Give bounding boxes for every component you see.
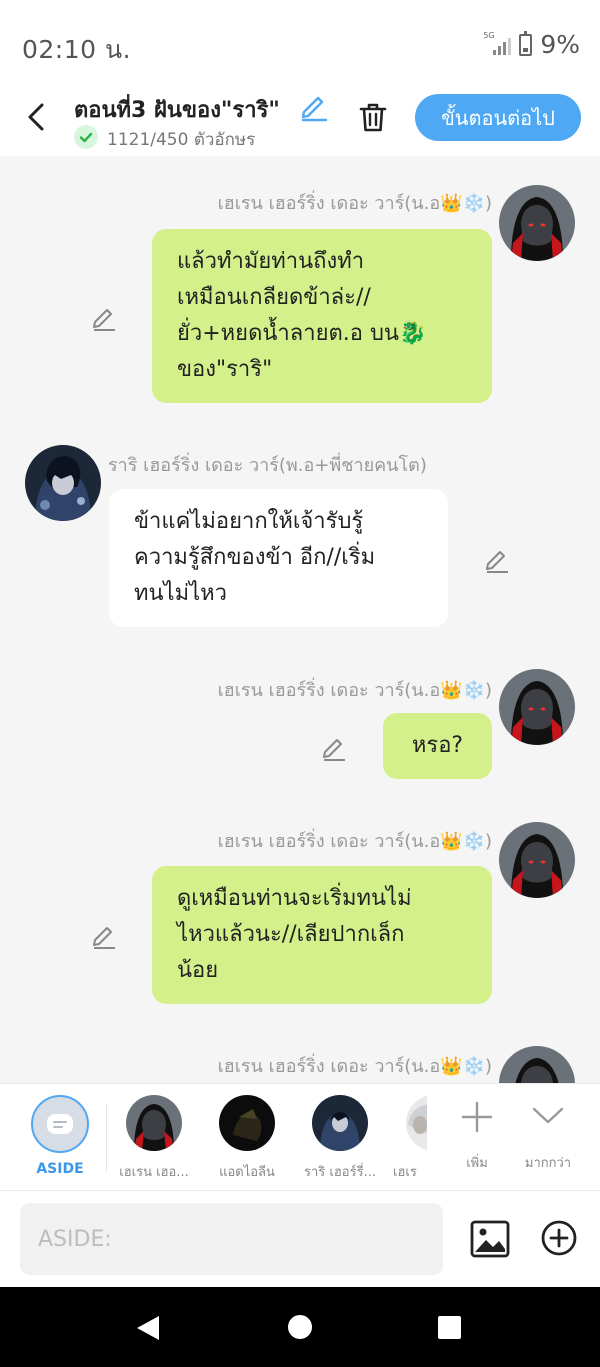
message-line: ทนไม่ไหว <box>134 581 228 606</box>
edit-message-icon[interactable] <box>90 303 118 331</box>
more-label: มากกว่า <box>524 1156 572 1171</box>
message-line: ดูเหมือนท่านจะเริ่มทนไม่ <box>177 886 412 911</box>
avatar[interactable] <box>25 445 101 521</box>
add-circle-icon[interactable] <box>540 1219 578 1257</box>
aside-button[interactable] <box>31 1095 89 1153</box>
character-count: 1121/450 ตัวอักษร <box>107 130 256 150</box>
episode-title[interactable]: ตอนที่3 ฝันของ"ราริ" <box>74 92 288 127</box>
add-label: เพิ่ม <box>466 1156 488 1171</box>
message-input[interactable] <box>20 1203 443 1275</box>
edit-message-icon[interactable] <box>483 545 511 573</box>
character-name: ราริ เฮอร์รี่... <box>304 1165 376 1180</box>
character-item[interactable]: เฮเร <box>393 1095 427 1182</box>
edit-message-icon[interactable] <box>320 733 348 761</box>
avatar <box>219 1095 275 1151</box>
chat-bubble-icon <box>47 1114 73 1134</box>
chevron-down-icon <box>532 1107 564 1124</box>
chat-area[interactable]: เฮเรน เฮอร์ริ่ง เดอะ วาร์(น.อ👑❄️) แล้วทำ… <box>0 156 600 1083</box>
message-line: แล้วทำมัยท่านถึงทำ <box>177 249 365 274</box>
battery-icon <box>519 30 533 56</box>
signal-icon: 5G <box>483 31 512 55</box>
message-line: เหมือนเกลียดข้าล่ะ// <box>177 285 371 310</box>
status-time: 02:10 น. <box>22 35 132 64</box>
message-sender: ราริ เฮอร์ริ่ง เดอะ วาร์(พ.อ+พี่ชายคนโต) <box>108 455 427 476</box>
avatar <box>406 1095 427 1151</box>
character-name: เฮเรน เฮอ... <box>119 1165 189 1180</box>
message-sender: เฮเรน เฮอร์ริ่ง เดอะ วาร์(น.อ👑❄️) <box>217 193 492 214</box>
trash-icon[interactable] <box>356 100 390 134</box>
nav-home-icon[interactable] <box>288 1315 312 1339</box>
message-line: ข้าแค่ไม่อยากให้เจ้ารับรู้ <box>134 509 364 534</box>
status-bar: 02:10 น. 5G 9% <box>0 0 600 86</box>
edit-title-icon[interactable] <box>298 90 330 122</box>
message-line: น้อย <box>177 958 219 983</box>
message-line: หรอ? <box>411 733 464 758</box>
message-line: ยั่ว+หยดน้ำลายต.อ บน🐉 <box>177 321 427 346</box>
character-item[interactable]: เฮเรน เฮอ... <box>114 1095 194 1182</box>
message-bubble[interactable]: หรอ? <box>383 713 492 779</box>
character-item[interactable]: ราริ เฮอร์รี่... <box>300 1095 380 1182</box>
message-bubble[interactable]: ดูเหมือนท่านจะเริ่มทนไม่ ไหวแล้วนะ//เลีย… <box>152 866 492 1004</box>
more-characters-button[interactable]: มากกว่า <box>516 1098 580 1173</box>
message-sender: เฮเรน เฮอร์ริ่ง เดอะ วาร์(น.อ👑❄️) <box>217 1056 492 1077</box>
network-type: 5G <box>483 30 495 40</box>
message-input-row <box>0 1191 600 1287</box>
status-icons: 5G 9% <box>483 30 580 59</box>
character-name: เฮเร <box>393 1165 417 1180</box>
message-line: ความรู้สึกของข้า อีก//เริ่ม <box>134 545 376 570</box>
add-character-button[interactable]: เพิ่ม <box>452 1098 502 1173</box>
message-bubble[interactable]: แล้วทำมัยท่านถึงทำ เหมือนเกลียดข้าล่ะ// … <box>152 229 492 403</box>
check-icon <box>74 125 98 149</box>
character-selector: ASIDE เฮเรน เฮอ... แอดไอลีน ราริ เฮอร์รี… <box>0 1083 600 1191</box>
avatar[interactable] <box>499 1046 575 1083</box>
avatar <box>126 1095 182 1151</box>
avatar[interactable] <box>499 669 575 745</box>
nav-back-icon[interactable] <box>135 1314 161 1342</box>
nav-recents-icon[interactable] <box>438 1316 461 1339</box>
message-sender: เฮเรน เฮอร์ริ่ง เดอะ วาร์(น.อ👑❄️) <box>217 831 492 852</box>
character-name: แอดไอลีน <box>219 1165 275 1180</box>
image-icon[interactable] <box>470 1219 510 1259</box>
message-line: ไหวแล้วนะ//เลียปากเล็ก <box>177 922 405 947</box>
message-bubble[interactable]: ข้าแค่ไม่อยากให้เจ้ารับรู้ ความรู้สึกของ… <box>109 489 448 627</box>
character-item[interactable]: แอดไอลีน <box>207 1095 287 1182</box>
plus-icon <box>461 1101 493 1133</box>
avatar <box>312 1095 368 1151</box>
edit-message-icon[interactable] <box>90 921 118 949</box>
battery-percent: 9% <box>540 30 580 59</box>
message-line: ของ"ราริ" <box>177 357 273 382</box>
avatar[interactable] <box>499 822 575 898</box>
avatar[interactable] <box>499 185 575 261</box>
next-step-button[interactable]: ขั้นตอนต่อไป <box>415 94 581 141</box>
system-nav-bar <box>0 1287 600 1367</box>
divider <box>106 1104 107 1172</box>
editor-header: ตอนที่3 ฝันของ"ราริ" 1121/450 ตัวอักษร ข… <box>0 86 600 156</box>
back-arrow-icon[interactable] <box>20 100 54 134</box>
message-sender: เฮเรน เฮอร์ริ่ง เดอะ วาร์(น.อ👑❄️) <box>217 680 492 701</box>
aside-label: ASIDE <box>36 1161 84 1177</box>
